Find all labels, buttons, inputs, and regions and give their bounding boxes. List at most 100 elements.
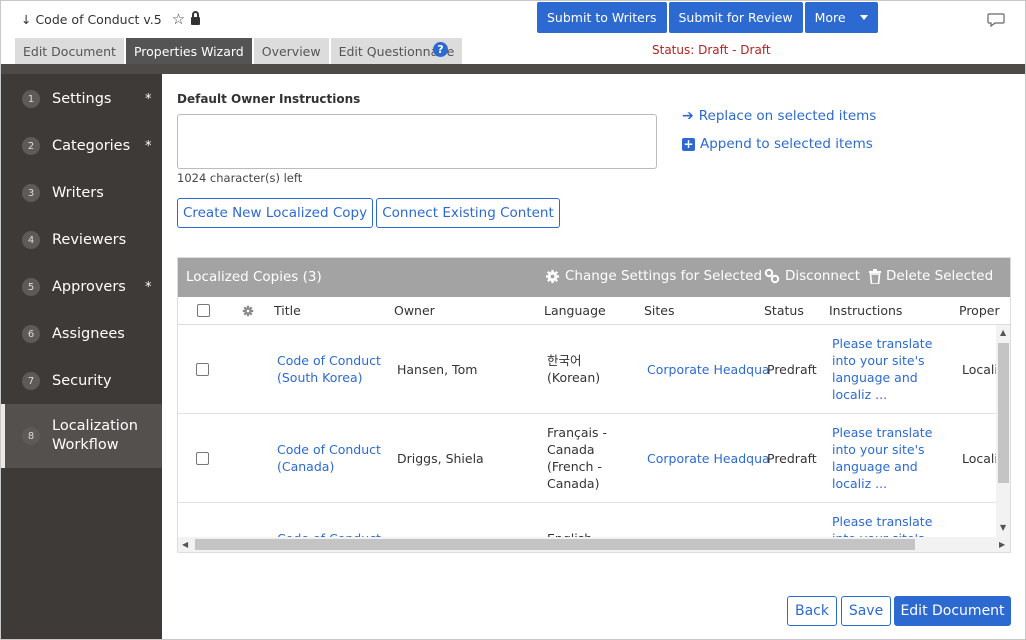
sidebar-item-settings[interactable]: 1 Settings * [1,89,162,109]
gear-icon[interactable] [242,305,254,317]
sidebar-item-label: Reviewers [52,231,127,248]
delete-selected-button[interactable]: Delete Selected [869,268,993,284]
create-localized-copy-button[interactable]: Create New Localized Copy [177,198,373,228]
sidebar-item-approvers[interactable]: 5 Approvers * [1,277,162,297]
row-instructions-line4[interactable]: localiz ... [832,386,887,403]
grid-column-headers: Title Owner Language Sites Status Instru… [178,297,1010,325]
sidebar-item-label: Settings [52,90,112,107]
sidebar-item-label: Assignees [52,325,125,342]
replace-link-label: Replace on selected items [698,108,877,124]
select-all-checkbox[interactable] [197,304,210,317]
lock-icon [191,10,201,25]
required-marker: * [145,138,152,154]
change-settings-label: Change Settings for Selected [565,268,763,284]
row-site-link[interactable]: Corporate Headqua [647,361,770,378]
owner-instructions-textarea[interactable] [177,114,657,169]
row-checkbox[interactable] [196,363,209,376]
row-instructions-line1[interactable]: Please translate [832,513,932,530]
scroll-right-icon[interactable]: ▶ [999,540,1005,549]
append-link-label: Append to selected items [700,136,873,152]
plus-square-icon: + [682,136,695,151]
row-owner: Driggs, Shiela [397,451,484,466]
column-header-sites[interactable]: Sites [644,303,675,318]
row-language: Français - [547,425,608,440]
step-number: 8 [22,427,40,445]
row-instructions-line1[interactable]: Please translate [832,424,932,441]
favorite-star-icon[interactable]: ☆ [172,10,185,28]
row-owner: Hansen, Tom [397,362,478,377]
save-button[interactable]: Save [841,596,891,626]
step-number: 1 [22,90,40,108]
help-icon[interactable]: ? [433,42,448,57]
row-status: Predraft [767,362,817,377]
required-marker: * [145,279,152,295]
column-header-title[interactable]: Title [274,303,301,318]
row-instructions-line2[interactable]: into your site's [832,441,925,458]
submit-to-writers-button[interactable]: Submit to Writers [537,2,667,33]
submit-for-review-button[interactable]: Submit for Review [668,2,803,33]
horizontal-scrollbar[interactable]: ◀ ▶ [178,537,1010,552]
row-instructions-line1[interactable]: Please translate [832,335,932,352]
back-button[interactable]: Back [787,596,837,626]
more-label: More [814,10,846,25]
document-title: ↓ Code of Conduct v.5 [21,11,162,27]
replace-on-selected-link[interactable]: ➔ Replace on selected items [682,108,876,124]
disconnect-button[interactable]: Disconnect [764,268,860,284]
append-to-selected-link[interactable]: + Append to selected items [682,136,873,152]
arrow-right-icon: ➔ [682,108,694,124]
sidebar-item-localization-workflow[interactable]: 8 Localization Workflow [1,404,162,468]
sidebar-item-reviewers[interactable]: 4 Reviewers [1,230,162,250]
scroll-up-icon[interactable]: ▲ [1000,328,1006,337]
vertical-scrollbar[interactable]: ▲ ▼ [996,325,1010,537]
edit-document-button[interactable]: Edit Document [894,596,1011,626]
row-title-link-line2[interactable]: (South Korea) [277,369,363,386]
step-number: 5 [22,278,40,296]
sidebar-item-label: Approvers [52,278,126,295]
row-instructions-line4[interactable]: localiz ... [832,475,887,492]
column-header-instructions[interactable]: Instructions [829,303,902,318]
row-site-link[interactable]: Corporate Headqua [647,450,770,467]
wizard-sidebar: 1 Settings * 2 Categories * 3 Writers 4 … [1,74,162,639]
row-language-line2: (Korean) [547,370,601,385]
tab-overview[interactable]: Overview [253,38,329,64]
sidebar-item-categories[interactable]: 2 Categories * [1,136,162,156]
horizontal-scroll-thumb[interactable] [195,539,915,550]
comment-icon[interactable] [987,13,1005,27]
column-header-status[interactable]: Status [764,303,804,318]
column-header-properties[interactable]: Proper [959,303,1000,318]
vertical-scroll-thumb[interactable] [998,343,1009,483]
tab-edit-document[interactable]: Edit Document [15,38,124,64]
step-number: 2 [22,137,40,155]
sidebar-item-label-line1: Localization [52,418,138,434]
row-instructions-line3[interactable]: language and [832,458,918,475]
change-settings-button[interactable]: Change Settings for Selected [545,268,762,284]
sidebar-item-security[interactable]: 7 Security [1,371,162,391]
app-window: ↓ Code of Conduct v.5 ☆ Submit to Writer… [0,0,1026,640]
column-header-owner[interactable]: Owner [394,303,435,318]
connect-existing-content-button[interactable]: Connect Existing Content [376,198,560,228]
row-language-line3: (French - [547,459,602,474]
row-instructions-line3[interactable]: language and [832,369,918,386]
sidebar-item-assignees[interactable]: 6 Assignees [1,324,162,344]
chevron-down-icon [859,15,868,20]
sidebar-item-writers[interactable]: 3 Writers [1,183,162,203]
scroll-down-icon[interactable]: ▼ [1000,523,1006,532]
row-title-link-line2[interactable]: (Canada) [277,458,334,475]
column-header-language[interactable]: Language [544,303,606,318]
grid-header-bar: Localized Copies (3) Change Settings for… [178,258,1010,297]
row-instructions-line2[interactable]: into your site's [832,352,925,369]
step-number: 3 [22,184,40,202]
gear-icon [545,269,560,283]
sidebar-item-label: Security [52,372,112,389]
sidebar-item-label-line2: Workflow [52,437,119,453]
table-row: Code of Conduct (South Korea) Hansen, To… [178,325,998,414]
row-title-link[interactable]: Code of Conduct [277,352,381,369]
row-title-link[interactable]: Code of Conduct [277,441,381,458]
localized-copies-grid: Localized Copies (3) Change Settings for… [177,257,1011,553]
more-menu-button[interactable]: More [804,2,878,33]
row-checkbox[interactable] [196,452,209,465]
document-title-bar: ↓ Code of Conduct v.5 ☆ [21,10,201,28]
row-properties: Locali [962,451,998,466]
scroll-left-icon[interactable]: ◀ [182,540,188,549]
tab-properties-wizard[interactable]: Properties Wizard [125,38,252,64]
